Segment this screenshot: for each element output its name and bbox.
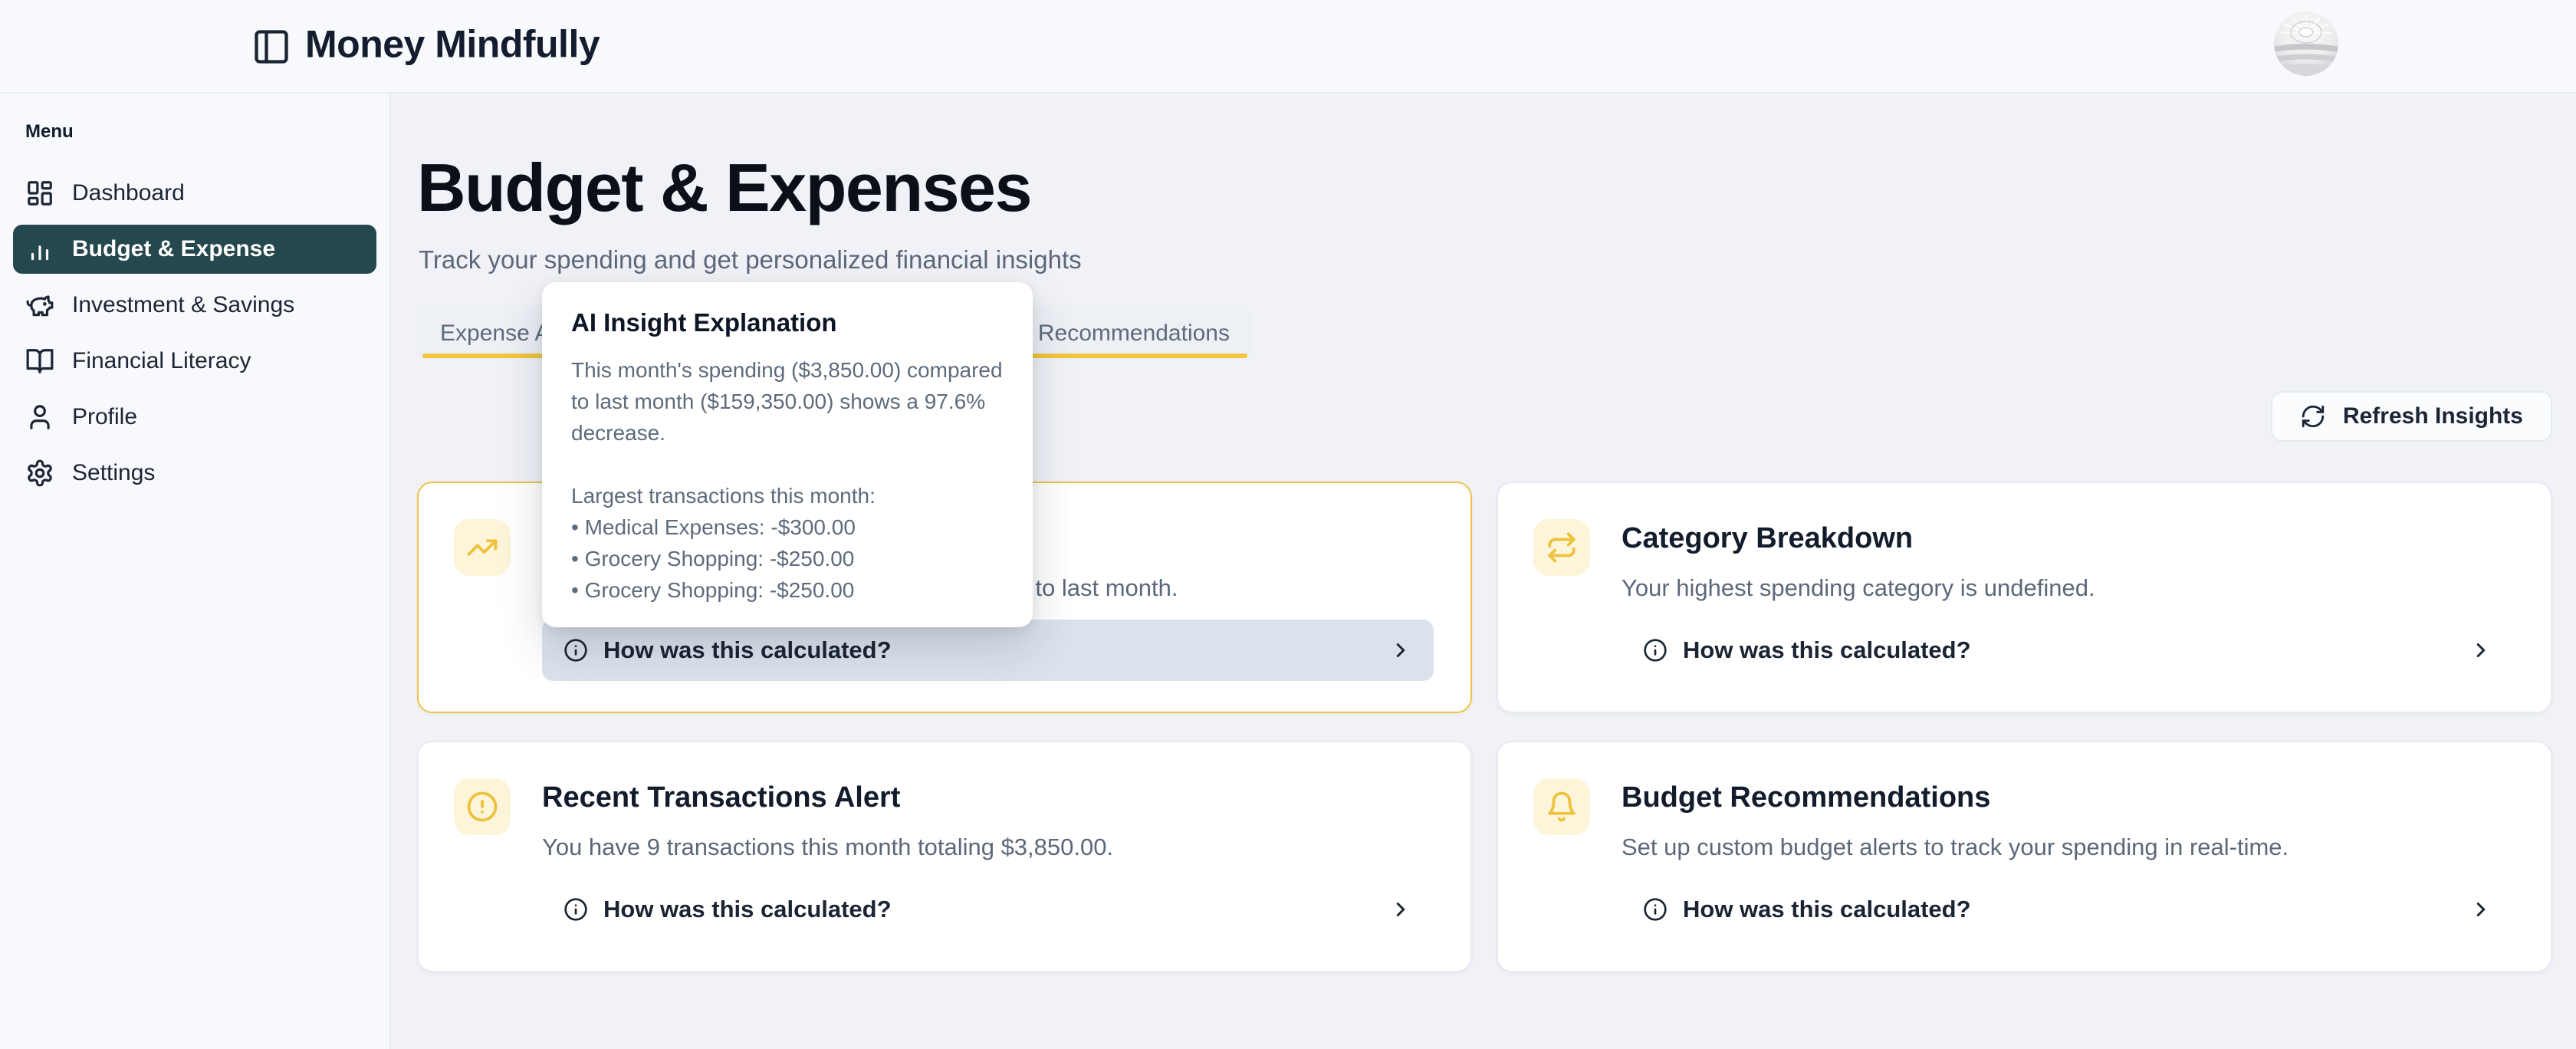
sidebar-item-label: Dashboard — [72, 180, 185, 206]
sidebar-menu-label: Menu — [25, 121, 376, 143]
sidebar-item-profile[interactable]: Profile — [13, 393, 376, 442]
popover-paragraph-line: to last month ($159,350.00) shows a 97.6… — [571, 386, 1004, 417]
sidebar-item-label: Settings — [72, 460, 155, 486]
chevron-right-icon — [1389, 898, 1412, 921]
sidebar-item-label: Financial Literacy — [72, 348, 251, 374]
card-title: Category Breakdown — [1622, 522, 1913, 555]
book-open-icon — [25, 347, 54, 376]
info-icon — [564, 638, 588, 663]
ai-insight-popover: AI Insight Explanation This month's spen… — [542, 282, 1033, 627]
repeat-icon — [1533, 519, 1590, 576]
sidebar-toggle-button[interactable] — [250, 25, 293, 68]
how-calculated-label: How was this calculated? — [1683, 896, 2454, 923]
piggy-bank-icon — [25, 291, 54, 320]
popover-bullet: • Grocery Shopping: -$250.00 — [571, 574, 1004, 606]
card-description: Your highest spending category is undefi… — [1622, 574, 2095, 602]
sidebar-item-label: Investment & Savings — [72, 292, 294, 318]
page-title: Budget & Expenses — [417, 149, 1031, 227]
insight-card-recent-transactions: Recent Transactions Alert You have 9 tra… — [417, 741, 1472, 972]
insight-card-category-breakdown: Category Breakdown Your highest spending… — [1497, 482, 2552, 713]
how-calculated-button[interactable]: How was this calculated? — [1622, 620, 2514, 681]
bell-icon — [1533, 778, 1590, 835]
info-icon — [564, 897, 588, 922]
panel-left-icon — [251, 27, 291, 67]
app-title: Money Mindfully — [305, 22, 600, 67]
user-icon — [25, 403, 54, 432]
sidebar-item-investment-savings[interactable]: Investment & Savings — [13, 281, 376, 330]
user-avatar[interactable] — [2274, 12, 2338, 76]
page-subtitle: Track your spending and get personalized… — [419, 245, 1082, 275]
info-icon — [1643, 638, 1668, 663]
card-description: You have 9 transactions this month total… — [542, 834, 1113, 861]
sidebar-item-budget-expense[interactable]: Budget & Expense — [13, 225, 376, 274]
chevron-right-icon — [2469, 898, 2492, 921]
gear-icon — [25, 459, 54, 488]
popover-bullet: • Grocery Shopping: -$250.00 — [571, 543, 1004, 574]
sidebar-item-financial-literacy[interactable]: Financial Literacy — [13, 337, 376, 386]
sidebar-nav: Menu Dashboard Budget & Expense Investme… — [0, 94, 391, 1049]
sidebar-item-settings[interactable]: Settings — [13, 449, 376, 498]
app-header: Money Mindfully — [0, 0, 2576, 94]
popover-title: AI Insight Explanation — [571, 308, 1004, 337]
card-title: Budget Recommendations — [1622, 781, 1990, 814]
dashboard-grid-icon — [25, 179, 54, 208]
how-calculated-label: How was this calculated? — [603, 636, 1374, 664]
popover-paragraph-line: This month's spending ($3,850.00) compar… — [571, 354, 1004, 386]
sidebar-item-label: Profile — [72, 404, 137, 430]
how-calculated-button[interactable]: How was this calculated? — [542, 879, 1434, 940]
card-title: Recent Transactions Alert — [542, 781, 900, 814]
popover-bullet: • Medical Expenses: -$300.00 — [571, 511, 1004, 543]
alert-circle-icon — [454, 778, 511, 835]
card-description: Set up custom budget alerts to track you… — [1622, 834, 2288, 861]
insight-card-budget-recommendations: Budget Recommendations Set up custom bud… — [1497, 741, 2552, 972]
popover-spacer — [571, 449, 1004, 480]
how-calculated-label: How was this calculated? — [1683, 636, 2454, 664]
popover-list-intro: Largest transactions this month: — [571, 480, 1004, 511]
bar-chart-icon — [25, 235, 54, 264]
how-calculated-button[interactable]: How was this calculated? — [1622, 879, 2514, 940]
trending-up-icon — [454, 519, 511, 576]
sidebar-item-label: Budget & Expense — [72, 236, 275, 262]
refresh-icon — [2300, 403, 2326, 429]
refresh-insights-label: Refresh Insights — [2343, 403, 2523, 429]
chevron-right-icon — [2469, 639, 2492, 662]
how-calculated-button[interactable]: How was this calculated? — [542, 620, 1434, 681]
how-calculated-label: How was this calculated? — [603, 896, 1374, 923]
info-icon — [1643, 897, 1668, 922]
sidebar-item-dashboard[interactable]: Dashboard — [13, 169, 376, 218]
chevron-right-icon — [1389, 639, 1412, 662]
popover-paragraph-line: decrease. — [571, 417, 1004, 449]
refresh-insights-button[interactable]: Refresh Insights — [2271, 391, 2552, 442]
